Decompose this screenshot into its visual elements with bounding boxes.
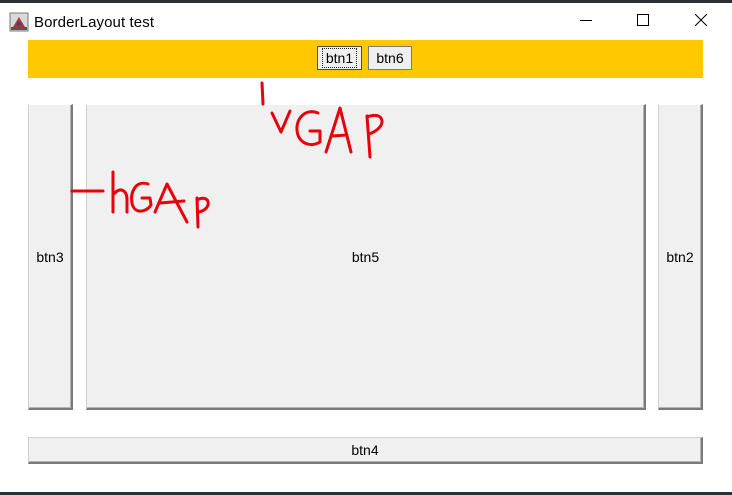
handwritten-annotations — [70, 81, 384, 229]
